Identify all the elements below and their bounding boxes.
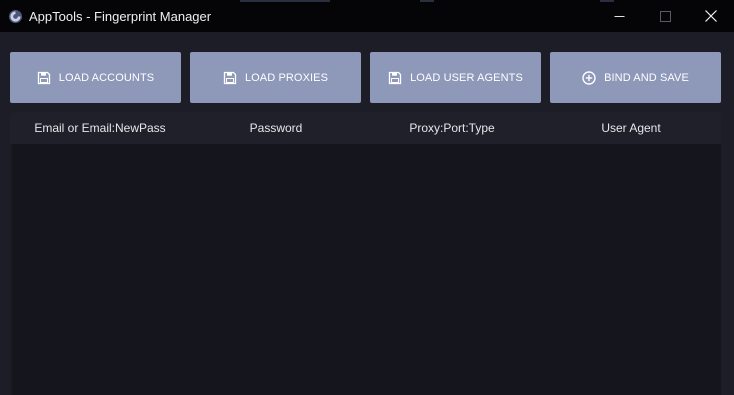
bind-and-save-button[interactable]: BIND AND SAVE — [550, 52, 721, 103]
maximize-button[interactable] — [642, 0, 688, 32]
data-grid[interactable]: Email or Email:NewPass Password Proxy:Po… — [10, 112, 721, 395]
save-disk-icon — [388, 71, 402, 84]
load-user-agents-label: LOAD USER AGENTS — [410, 71, 523, 84]
load-accounts-button[interactable]: LOAD ACCOUNTS — [10, 52, 181, 103]
app-logo-icon — [8, 9, 23, 24]
bind-and-save-label: BIND AND SAVE — [604, 71, 689, 84]
plus-circle-icon — [582, 70, 596, 85]
column-header-password[interactable]: Password — [190, 112, 362, 144]
minimize-icon — [614, 15, 624, 17]
grid-header: Email or Email:NewPass Password Proxy:Po… — [10, 112, 721, 144]
grid-body-edge — [10, 144, 12, 395]
window-title: AppTools - Fingerprint Manager — [29, 9, 212, 24]
load-accounts-label: LOAD ACCOUNTS — [58, 71, 155, 84]
title-bar[interactable]: AppTools - Fingerprint Manager — [0, 0, 734, 32]
maximize-icon — [659, 10, 671, 22]
column-header-user-agent[interactable]: User Agent — [542, 112, 720, 144]
title-bar-accent — [240, 0, 330, 2]
close-icon — [705, 10, 717, 22]
column-header-proxy[interactable]: Proxy:Port:Type — [362, 112, 542, 144]
load-proxies-button[interactable]: LOAD PROXIES — [190, 52, 361, 103]
save-disk-icon — [223, 71, 237, 84]
column-header-email[interactable]: Email or Email:NewPass — [10, 112, 190, 144]
load-user-agents-button[interactable]: LOAD USER AGENTS — [370, 52, 541, 103]
title-bar-accent — [420, 0, 434, 2]
save-disk-icon — [37, 71, 50, 84]
load-proxies-label: LOAD PROXIES — [244, 71, 329, 84]
close-button[interactable] — [688, 0, 734, 32]
app-window: AppTools - Fingerprint Manager LOAD ACCO… — [0, 0, 734, 395]
minimize-button[interactable] — [596, 0, 642, 32]
